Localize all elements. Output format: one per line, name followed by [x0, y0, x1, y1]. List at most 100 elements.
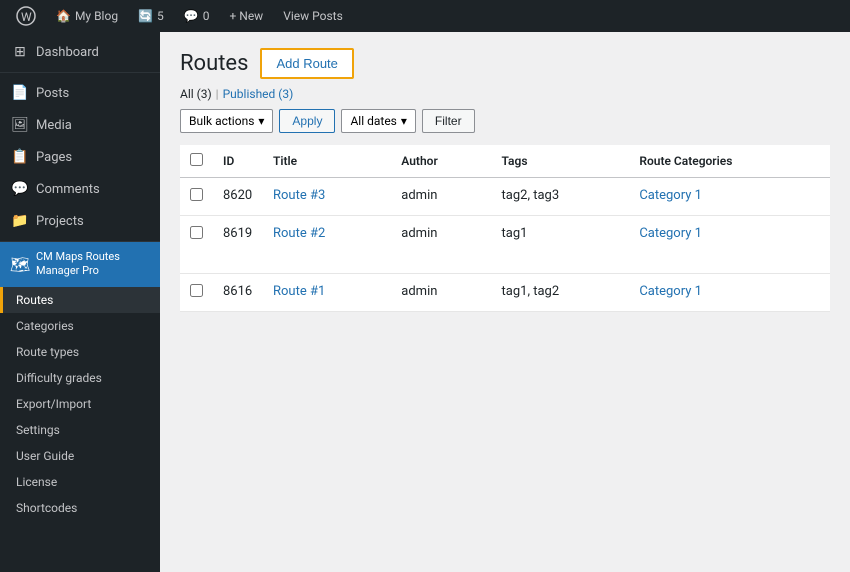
sidebar-item-license[interactable]: License — [0, 469, 160, 495]
filter-tab-all[interactable]: All (3) — [180, 87, 212, 101]
bulk-actions-chevron-icon: ▾ — [258, 114, 264, 128]
updates-item[interactable]: 🔄 5 — [130, 0, 172, 32]
sidebar-item-projects[interactable]: 📁 Projects — [0, 205, 160, 237]
row-category: Category 1 — [629, 216, 830, 274]
filter-tabs: All (3) | Published (3) — [180, 87, 830, 101]
all-dates-chevron-icon: ▾ — [401, 114, 407, 128]
view-posts-item[interactable]: View Posts — [275, 0, 351, 32]
row-id: 8620 — [213, 178, 263, 216]
comments-count: 0 — [203, 9, 210, 23]
table-row: 8616 Route #1 admin tag1, tag2 Category … — [180, 274, 830, 312]
sidebar-item-shortcodes[interactable]: Shortcodes — [0, 495, 160, 521]
route-category-link[interactable]: Category 1 — [639, 188, 702, 203]
sidebar-item-routes[interactable]: Routes — [0, 287, 160, 313]
all-dates-select[interactable]: All dates ▾ — [341, 109, 415, 133]
row-checkbox-cell — [180, 216, 213, 274]
row-tags: tag2, tag3 — [492, 178, 630, 216]
sidebar-item-cm-maps[interactable]: 🗺 CM Maps Routes Manager Pro — [0, 242, 160, 287]
sidebar-item-posts-label: Posts — [36, 86, 69, 101]
sidebar-item-export-import[interactable]: Export/Import — [0, 391, 160, 417]
pages-icon: 📋 — [12, 149, 28, 165]
table-row: 8619 Route #2 admin tag1 Category 1 — [180, 216, 830, 274]
filter-bar: Bulk actions ▾ Apply All dates ▾ Filter — [180, 109, 830, 133]
row-category: Category 1 — [629, 274, 830, 312]
route-title-link[interactable]: Route #1 — [273, 284, 325, 299]
main-content: Routes Add Route All (3) | Published (3)… — [160, 32, 850, 572]
route-category-link[interactable]: Category 1 — [639, 226, 702, 241]
route-types-label: Route types — [16, 345, 79, 359]
sidebar-item-dashboard[interactable]: ⊞ Dashboard — [0, 36, 160, 68]
sidebar-item-settings[interactable]: Settings — [0, 417, 160, 443]
routes-label: Routes — [16, 293, 53, 307]
row-checkbox-cell — [180, 274, 213, 312]
media-icon: 🖼 — [12, 117, 28, 133]
new-item[interactable]: + New — [221, 0, 271, 32]
row-id: 8619 — [213, 216, 263, 274]
wp-logo-item[interactable]: W — [8, 0, 44, 32]
house-icon: 🏠 — [56, 9, 71, 23]
row-checkbox-2[interactable] — [190, 284, 203, 297]
sidebar-item-dashboard-label: Dashboard — [36, 45, 99, 60]
dashboard-icon: ⊞ — [12, 44, 28, 60]
comment-icon: 💬 — [184, 9, 199, 23]
shortcodes-label: Shortcodes — [16, 501, 77, 515]
row-title: Route #2 — [263, 216, 391, 274]
page-header: Routes Add Route — [180, 48, 830, 79]
filter-button[interactable]: Filter — [422, 109, 475, 133]
site-name: My Blog — [75, 9, 118, 23]
sidebar-item-projects-label: Projects — [36, 214, 84, 229]
filter-tab-published[interactable]: Published (3) — [223, 87, 294, 101]
title-column-header: Title — [263, 145, 391, 178]
bulk-actions-select[interactable]: Bulk actions ▾ — [180, 109, 273, 133]
site-name-item[interactable]: 🏠 My Blog — [48, 0, 126, 32]
comments-item[interactable]: 💬 0 — [176, 0, 218, 32]
select-all-checkbox[interactable] — [190, 153, 203, 166]
sidebar-item-categories[interactable]: Categories — [0, 313, 160, 339]
user-guide-label: User Guide — [16, 449, 74, 463]
sidebar: ⊞ Dashboard 📄 Posts 🖼 Media 📋 Pages 💬 Co… — [0, 32, 160, 572]
id-column-header: ID — [213, 145, 263, 178]
sidebar-item-user-guide[interactable]: User Guide — [0, 443, 160, 469]
map-icon: 🗺 — [12, 256, 28, 272]
page-title: Routes — [180, 51, 248, 76]
categories-label: Categories — [16, 319, 74, 333]
row-checkbox-cell — [180, 178, 213, 216]
posts-icon: 📄 — [12, 85, 28, 101]
route-title-link[interactable]: Route #3 — [273, 188, 325, 203]
tags-column-header: Tags — [492, 145, 630, 178]
sidebar-item-cm-maps-label: CM Maps Routes Manager Pro — [36, 250, 148, 279]
row-id: 8616 — [213, 274, 263, 312]
row-author: admin — [391, 178, 491, 216]
admin-bar: W 🏠 My Blog 🔄 5 💬 0 + New View Posts — [0, 0, 850, 32]
row-checkbox-1[interactable] — [190, 226, 203, 239]
row-author: admin — [391, 274, 491, 312]
export-import-label: Export/Import — [16, 397, 91, 411]
sidebar-item-route-types[interactable]: Route types — [0, 339, 160, 365]
new-label: + New — [229, 9, 263, 23]
row-tags: tag1 — [492, 216, 630, 274]
sidebar-item-media-label: Media — [36, 118, 72, 133]
updates-icon: 🔄 — [138, 9, 153, 23]
author-column-header: Author — [391, 145, 491, 178]
route-category-link[interactable]: Category 1 — [639, 284, 702, 299]
table-row: 8620 Route #3 admin tag2, tag3 Category … — [180, 178, 830, 216]
updates-count: 5 — [157, 9, 164, 23]
row-title: Route #3 — [263, 178, 391, 216]
settings-label: Settings — [16, 423, 60, 437]
sidebar-item-pages[interactable]: 📋 Pages — [0, 141, 160, 173]
sidebar-item-comments[interactable]: 💬 Comments — [0, 173, 160, 205]
sidebar-item-posts[interactable]: 📄 Posts — [0, 77, 160, 109]
filter-tab-separator: | — [216, 87, 219, 101]
apply-button[interactable]: Apply — [279, 109, 335, 133]
sidebar-item-difficulty-grades[interactable]: Difficulty grades — [0, 365, 160, 391]
row-category: Category 1 — [629, 178, 830, 216]
row-author: admin — [391, 216, 491, 274]
comments-sidebar-icon: 💬 — [12, 181, 28, 197]
sidebar-item-media[interactable]: 🖼 Media — [0, 109, 160, 141]
projects-icon: 📁 — [12, 213, 28, 229]
routes-table: ID Title Author Tags Route Categories 86… — [180, 145, 830, 312]
row-checkbox-0[interactable] — [190, 188, 203, 201]
add-route-button[interactable]: Add Route — [260, 48, 353, 79]
view-posts-label: View Posts — [283, 9, 343, 23]
route-title-link[interactable]: Route #2 — [273, 226, 325, 241]
